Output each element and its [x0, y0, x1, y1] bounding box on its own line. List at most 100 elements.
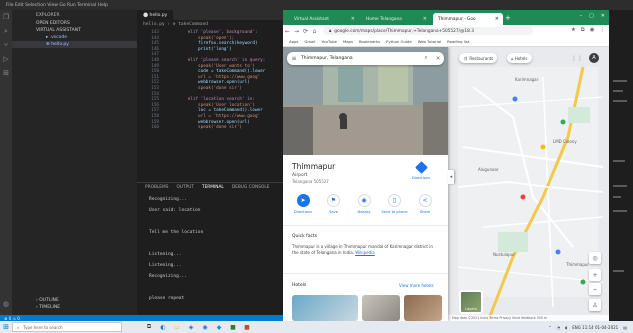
reload-icon[interactable]: ⟳ [301, 28, 310, 35]
run-debug-icon[interactable]: ▷ [0, 52, 12, 66]
windows-start-icon[interactable]: ⊞ [0, 321, 12, 333]
tree-item-vscode[interactable]: ▸ .vscode [12, 34, 137, 41]
tray-clock[interactable]: ENG 11:14 01-04-2021 [572, 325, 618, 330]
files-icon[interactable]: ❐ [0, 10, 12, 24]
tray-chevron-icon[interactable]: ⌃ [548, 325, 551, 330]
action-send-to-phone[interactable]: ▯ Send to phone [381, 194, 409, 214]
code-line[interactable]: 160 speak('done sir') [137, 125, 283, 131]
account-icon[interactable]: ◍ [0, 297, 12, 311]
maximize-icon[interactable]: ▢ [589, 13, 594, 19]
action-nearby[interactable]: ◉ Nearby [350, 194, 378, 214]
search-icon[interactable]: ⌕ [0, 24, 12, 38]
bookmark-bookmarks[interactable]: Bookmarks [359, 39, 380, 44]
vscode-menu-bar[interactable]: File Edit Selection View Go Run Terminal… [6, 3, 108, 8]
network-icon[interactable]: ◔ [557, 325, 561, 330]
action-directions[interactable]: ➤ Directions [289, 194, 317, 214]
tab-virtual-assistant[interactable]: Virtual Assistant × [289, 13, 359, 25]
project-folder[interactable]: VIRTUAL ASSISTANT [12, 27, 137, 34]
bookmark-maps[interactable]: Maps [343, 39, 353, 44]
pegman-icon[interactable]: ♙ [589, 299, 601, 311]
breadcrumb[interactable]: hello.py › ⊕ takeCommand [137, 20, 283, 28]
bookmark-gmail[interactable]: Gmail [304, 39, 315, 44]
code-area[interactable]: 143 elif 'please', background': 144 speak… [137, 30, 283, 180]
avatar[interactable]: A [589, 53, 599, 63]
action-share[interactable]: ≺ Share [411, 194, 439, 214]
terminal-line: please repeat [149, 296, 185, 301]
new-tab-icon[interactable]: + [505, 14, 511, 22]
taskbar-search[interactable]: ⌕ Type here to search [12, 322, 122, 332]
task-view-icon[interactable]: ⧉ [142, 321, 156, 333]
address-bar[interactable]: 🔒︎ google.com/maps/place/Thimmapur,+Tela… [323, 27, 533, 35]
status-problems[interactable]: ⊗ 0 ⚠ 0 [4, 316, 20, 321]
close-icon[interactable]: ✕ [432, 56, 444, 62]
outline-section[interactable]: › OUTLINE [12, 297, 137, 304]
home-icon[interactable]: ⌂ [310, 28, 319, 35]
file-explorer-icon[interactable]: ▭ [170, 321, 184, 333]
tree-item-hello-py[interactable]: ⊕ hello.py [12, 41, 137, 48]
chrome-icon[interactable]: ◉ [198, 321, 212, 333]
panel-tab-debug[interactable]: DEBUG CONSOLE [232, 185, 270, 190]
back-icon[interactable]: ← [283, 28, 292, 35]
open-editors-section[interactable]: OPEN EDITORS [12, 20, 137, 27]
profile-icon[interactable]: ◉ [590, 27, 595, 34]
notification-icon[interactable]: ▤ [623, 325, 627, 330]
wikipedia-link[interactable]: Wikipedia [355, 250, 375, 255]
panel-tab-output[interactable]: OUTPUT [176, 185, 194, 190]
zoom-out-button[interactable]: − [589, 283, 601, 295]
maps-search-box[interactable]: ≡ Thimmapur, Telangana ⌕ ✕ [287, 52, 444, 65]
code-text: print('long') [167, 46, 232, 52]
extensions-icon[interactable]: ⊞ [0, 66, 12, 80]
tab-home-telangana[interactable]: Home Telangana × [361, 13, 431, 25]
chip-hotels[interactable]: ⌂ Hotels [507, 53, 532, 63]
close-icon[interactable]: × [423, 16, 427, 22]
hotel-thumbnail[interactable] [362, 295, 400, 321]
search-icon: ⌕ [17, 324, 20, 330]
timeline-section[interactable]: › TIMELINE [12, 304, 137, 311]
bookmark-python[interactable]: Python Guide [386, 39, 412, 44]
bookmark-youtube[interactable]: YouTube [321, 39, 336, 44]
hotel-thumbnail[interactable] [292, 295, 358, 321]
hotel-thumbnail[interactable] [404, 295, 442, 321]
chip-restaurants[interactable]: 🍴︎ Restaurants [459, 53, 498, 63]
google-map[interactable]: Karimnagar LMD Colony Alugunoor Thimmapu… [283, 47, 609, 321]
bookmark-reading-list[interactable]: Reading list [447, 39, 469, 44]
close-icon[interactable]: × [351, 16, 355, 22]
extension-icon[interactable]: ⧉ [581, 27, 585, 34]
action-save[interactable]: ⚑ Save [320, 194, 348, 214]
bookmark-apps[interactable]: Apps [289, 39, 298, 44]
star-icon[interactable]: ★ [571, 27, 576, 34]
collapse-panel-button[interactable]: ◂ [448, 170, 454, 184]
source-control-icon[interactable]: ⑂ [0, 38, 12, 52]
maps-search-input[interactable]: Thimmapur, Telangana [301, 56, 420, 61]
close-window-icon[interactable]: ✕ [601, 13, 605, 19]
close-icon[interactable]: × [495, 16, 499, 22]
view-more-hotels-link[interactable]: View more hotels [399, 283, 434, 288]
tab-title: Virtual Assistant [294, 16, 329, 22]
divider [283, 225, 448, 226]
panel-tab-terminal[interactable]: TERMINAL [202, 185, 224, 190]
vscode-explorer: EXPLORER OPEN EDITORS VIRTUAL ASSISTANT … [12, 10, 137, 315]
directions-shortcut[interactable]: Directions [409, 161, 433, 180]
bookmark-web[interactable]: Web Tutorial [418, 39, 441, 44]
forward-icon[interactable]: → [292, 28, 301, 35]
my-location-icon[interactable]: ◎ [589, 252, 601, 264]
search-icon[interactable]: ⌕ [420, 55, 432, 62]
tab-thimmapur-maps[interactable]: Thimmapur - Goo × [433, 13, 503, 25]
edge-icon[interactable]: ◐ [156, 321, 170, 333]
store-icon[interactable]: ◈ [184, 321, 198, 333]
apps-grid-icon[interactable]: ⋮⋮ [571, 55, 583, 62]
app-icon[interactable]: ■ [240, 321, 254, 333]
zoom-in-button[interactable]: + [589, 269, 601, 281]
vscode-minimap[interactable] [609, 10, 633, 321]
app-icon[interactable]: ■ [226, 321, 240, 333]
terminal[interactable]: Recognizing... User said: location Tell me… [137, 194, 283, 323]
menu-icon[interactable]: ≡ [287, 55, 301, 62]
editor-tab-hello-py[interactable]: ⬤ hello.py [137, 10, 174, 20]
minimize-icon[interactable]: – [580, 13, 583, 19]
panel-tab-problems[interactable]: PROBLEMS [145, 185, 168, 190]
vscode-icon[interactable]: ◆ [212, 321, 226, 333]
volume-icon[interactable]: ◖ [565, 325, 567, 330]
layers-button[interactable]: Layers [459, 290, 483, 314]
menu-icon[interactable]: ⋮ [600, 27, 606, 34]
